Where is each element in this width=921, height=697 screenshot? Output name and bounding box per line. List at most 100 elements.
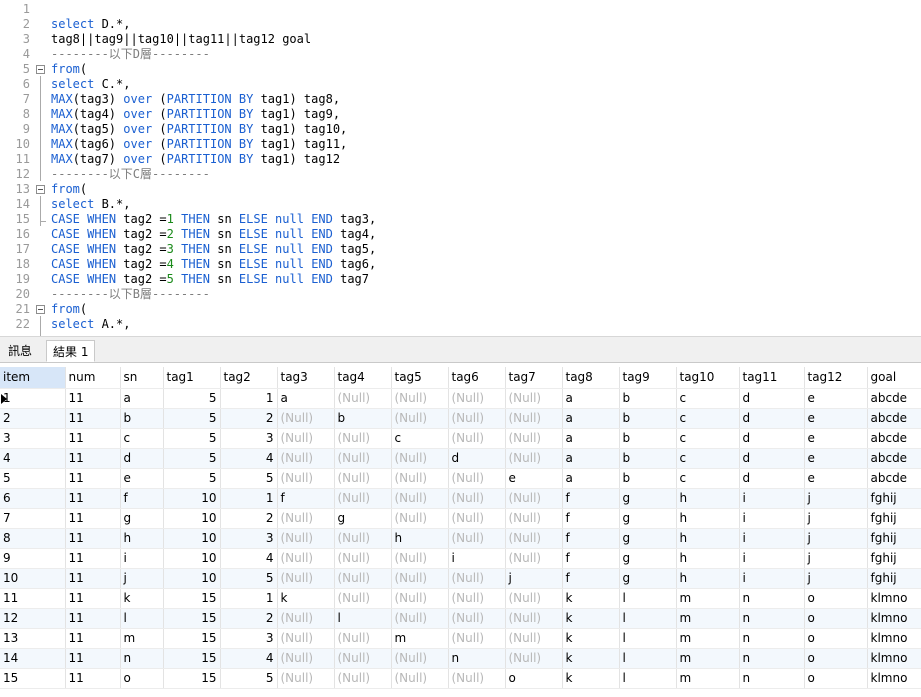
cell-tag6[interactable]: d <box>448 448 506 469</box>
code-line[interactable]: 9 MAX(tag5) over (PARTITION BY tag1) tag1… <box>0 122 921 137</box>
cell-tag7[interactable]: (Null) <box>505 648 563 669</box>
cell-tag4[interactable]: b <box>334 408 392 429</box>
cell-sn[interactable]: i <box>120 548 164 569</box>
cell-tag1[interactable]: 10 <box>163 568 221 589</box>
column-header-tag8[interactable]: tag8 <box>562 367 620 389</box>
table-row[interactable]: 6 11 f 10 1 f (Null) (Null) (Null) (Null) f g h i j fgh… <box>0 488 921 509</box>
cell-tag3[interactable]: a <box>277 388 335 409</box>
cell-tag4[interactable]: (Null) <box>334 388 392 409</box>
cell-tag6[interactable]: (Null) <box>448 628 506 649</box>
cell-tag5[interactable]: (Null) <box>391 448 449 469</box>
cell-tag1[interactable]: 10 <box>163 548 221 569</box>
cell-tag8[interactable]: a <box>562 408 620 429</box>
cell-tag5[interactable]: h <box>391 528 449 549</box>
table-row[interactable]: 12 11 l 15 2 (Null) l (Null) (Null) (Null) k l m n o kl… <box>0 608 921 629</box>
cell-tag10[interactable]: m <box>676 648 740 669</box>
cell-tag5[interactable]: (Null) <box>391 648 449 669</box>
cell-num[interactable]: 11 <box>65 508 121 529</box>
cell-tag6[interactable]: (Null) <box>448 568 506 589</box>
cell-num[interactable]: 11 <box>65 608 121 629</box>
cell-num[interactable]: 11 <box>65 588 121 609</box>
column-header-tag4[interactable]: tag4 <box>334 367 392 389</box>
cell-tag1[interactable]: 5 <box>163 428 221 449</box>
column-header-tag7[interactable]: tag7 <box>505 367 563 389</box>
cell-sn[interactable]: l <box>120 608 164 629</box>
cell-tag3[interactable]: (Null) <box>277 568 335 589</box>
cell-tag2[interactable]: 5 <box>220 568 278 589</box>
cell-tag10[interactable]: m <box>676 588 740 609</box>
cell-tag10[interactable]: m <box>676 608 740 629</box>
cell-goal[interactable]: klmno <box>867 608 921 629</box>
cell-tag1[interactable]: 5 <box>163 408 221 429</box>
cell-tag2[interactable]: 5 <box>220 468 278 489</box>
cell-num[interactable]: 11 <box>65 568 121 589</box>
fold-toggle-icon[interactable] <box>36 65 45 74</box>
cell-tag8[interactable]: a <box>562 468 620 489</box>
cell-tag3[interactable]: (Null) <box>277 448 335 469</box>
table-row[interactable]: 2 11 b 5 2 (Null) b (Null) (Null) (Null) a b c d e abcd… <box>0 408 921 429</box>
cell-tag7[interactable]: (Null) <box>505 428 563 449</box>
cell-num[interactable]: 11 <box>65 388 121 409</box>
cell-goal[interactable]: abcde <box>867 468 921 489</box>
code-line[interactable]: 1 <box>0 2 921 17</box>
cell-tag5[interactable]: (Null) <box>391 508 449 529</box>
fold-toggle-icon[interactable] <box>36 305 45 314</box>
cell-tag12[interactable]: o <box>804 668 868 689</box>
cell-tag8[interactable]: k <box>562 628 620 649</box>
tab-result-1[interactable]: 結果 1 <box>46 340 96 362</box>
cell-goal[interactable]: klmno <box>867 648 921 669</box>
cell-tag2[interactable]: 2 <box>220 508 278 529</box>
cell-tag12[interactable]: o <box>804 648 868 669</box>
cell-tag12[interactable]: o <box>804 588 868 609</box>
cell-tag7[interactable]: (Null) <box>505 508 563 529</box>
column-header-tag1[interactable]: tag1 <box>163 367 221 389</box>
cell-item[interactable]: 13 <box>0 628 66 649</box>
cell-tag4[interactable]: g <box>334 508 392 529</box>
code-line[interactable]: 4 --------以下D層-------- <box>0 47 921 62</box>
cell-tag10[interactable]: c <box>676 388 740 409</box>
cell-sn[interactable]: o <box>120 668 164 689</box>
cell-tag1[interactable]: 15 <box>163 608 221 629</box>
cell-tag4[interactable]: (Null) <box>334 588 392 609</box>
cell-tag10[interactable]: h <box>676 548 740 569</box>
column-header-tag5[interactable]: tag5 <box>391 367 449 389</box>
table-row[interactable]: 14 11 n 15 4 (Null) (Null) (Null) n (Null) k l m n o kl… <box>0 648 921 669</box>
column-header-tag3[interactable]: tag3 <box>277 367 335 389</box>
cell-tag5[interactable]: (Null) <box>391 668 449 689</box>
table-row[interactable]: 13 11 m 15 3 (Null) (Null) m (Null) (Null) k l m n o kl… <box>0 628 921 649</box>
cell-tag12[interactable]: j <box>804 528 868 549</box>
cell-tag7[interactable]: j <box>505 568 563 589</box>
cell-sn[interactable]: j <box>120 568 164 589</box>
cell-tag12[interactable]: j <box>804 568 868 589</box>
cell-sn[interactable]: a <box>120 388 164 409</box>
cell-tag9[interactable]: l <box>619 588 677 609</box>
cell-tag4[interactable]: (Null) <box>334 648 392 669</box>
table-row[interactable]: 1 11 a 5 1 a (Null) (Null) (Null) (Null) a b c d e abcd… <box>0 388 921 409</box>
cell-tag11[interactable]: i <box>739 568 805 589</box>
cell-tag6[interactable]: (Null) <box>448 388 506 409</box>
cell-tag5[interactable]: (Null) <box>391 568 449 589</box>
cell-tag2[interactable]: 3 <box>220 628 278 649</box>
cell-goal[interactable]: abcde <box>867 388 921 409</box>
code-line[interactable]: 13 from( <box>0 182 921 197</box>
cell-tag4[interactable]: (Null) <box>334 668 392 689</box>
cell-tag1[interactable]: 15 <box>163 668 221 689</box>
cell-tag7[interactable]: (Null) <box>505 608 563 629</box>
cell-tag5[interactable]: (Null) <box>391 468 449 489</box>
cell-tag11[interactable]: d <box>739 468 805 489</box>
cell-tag12[interactable]: e <box>804 448 868 469</box>
cell-goal[interactable]: fghij <box>867 528 921 549</box>
cell-num[interactable]: 11 <box>65 628 121 649</box>
column-header-goal[interactable]: goal <box>867 367 921 389</box>
cell-tag8[interactable]: k <box>562 608 620 629</box>
cell-tag7[interactable]: o <box>505 668 563 689</box>
cell-tag5[interactable]: (Null) <box>391 588 449 609</box>
table-row[interactable]: 3 11 c 5 3 (Null) (Null) c (Null) (Null) a b c d e abcd… <box>0 428 921 449</box>
cell-tag11[interactable]: n <box>739 668 805 689</box>
code-line[interactable]: 14 select B.*, <box>0 197 921 212</box>
cell-tag7[interactable]: (Null) <box>505 488 563 509</box>
column-header-tag6[interactable]: tag6 <box>448 367 506 389</box>
cell-tag12[interactable]: e <box>804 408 868 429</box>
cell-tag8[interactable]: k <box>562 648 620 669</box>
cell-num[interactable]: 11 <box>65 648 121 669</box>
